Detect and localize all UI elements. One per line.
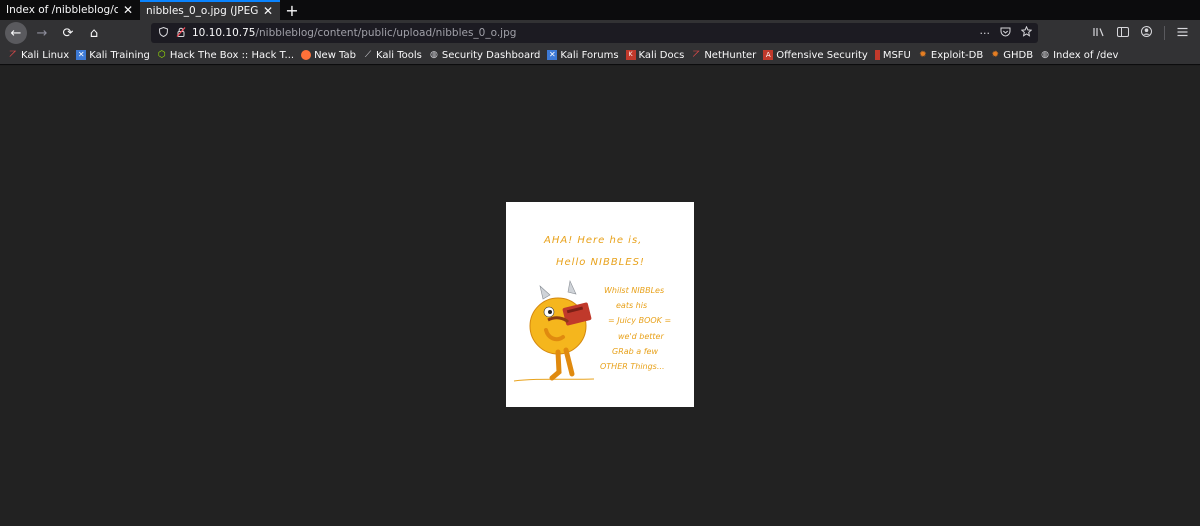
sidebar-icon[interactable]: [1117, 26, 1129, 40]
bookmark-kali-training[interactable]: ✕ Kali Training: [76, 50, 150, 61]
bookmark-label: GHDB: [1003, 49, 1034, 61]
kali-training-icon: ✕: [76, 50, 87, 60]
offensive-security-icon: A: [763, 50, 774, 60]
close-tab-icon[interactable]: ✕: [122, 3, 134, 17]
bookmark-offensive-security[interactable]: A Offensive Security: [763, 50, 868, 61]
library-icon[interactable]: [1093, 27, 1105, 40]
bookmark-exploit-db[interactable]: ✹ Exploit-DB: [918, 50, 983, 61]
url-path: /nibbleblog/content/public/upload/nibble…: [255, 27, 517, 39]
nibbles-character-illustration: [513, 280, 595, 382]
navigation-toolbar: ← → ⟳ ⌂ 10.10.10.75/nibbleblog/content/p…: [0, 20, 1200, 46]
globe-icon: ◍: [1041, 50, 1049, 60]
hamburger-menu-icon[interactable]: [1177, 27, 1188, 40]
bookmark-label: Offensive Security: [776, 49, 868, 61]
home-button[interactable]: ⌂: [83, 22, 105, 44]
bookmark-new-tab[interactable]: New Tab: [301, 50, 356, 61]
new-tab-button[interactable]: +: [280, 0, 304, 20]
kali-dragon-icon: ⦢: [9, 50, 17, 60]
bookmark-kali-linux[interactable]: ⦢ Kali Linux: [8, 49, 70, 61]
tab-nibbles-image[interactable]: nibbles_0_o.jpg (JPEG Imag ✕: [140, 0, 280, 20]
insecure-lock-icon[interactable]: [176, 26, 186, 40]
kali-forums-icon: ✕: [547, 50, 558, 60]
reload-button[interactable]: ⟳: [57, 22, 79, 44]
tab-label: nibbles_0_o.jpg (JPEG Imag: [146, 5, 258, 17]
globe-icon: ◍: [429, 50, 438, 60]
pocket-icon[interactable]: [1000, 27, 1011, 40]
bookmark-kali-forums[interactable]: ✕ Kali Forums: [547, 49, 619, 61]
kali-dragon-icon: ⦢: [692, 50, 700, 60]
bookmark-label: Index of /dev: [1053, 49, 1119, 61]
firefox-icon: [301, 50, 312, 60]
kali-tools-icon: ⟋: [364, 50, 372, 60]
bookmark-hack-the-box[interactable]: ⬡ Hack The Box :: Hack T...: [157, 50, 294, 61]
tab-label: Index of /nibbleblog/content: [6, 4, 118, 16]
bookmark-security-dashboard[interactable]: ◍ Security Dashboard: [429, 49, 541, 61]
bookmark-label: MSFU: [882, 49, 911, 61]
nibbles-image[interactable]: AHA! Here he is, Hello NIBBLES! Whilst N…: [506, 202, 694, 407]
bookmark-label: Kali Forums: [560, 49, 619, 61]
bookmark-label: Kali Linux: [21, 49, 70, 61]
url-bar[interactable]: 10.10.10.75/nibbleblog/content/public/up…: [151, 23, 1038, 43]
bookmarks-toolbar: ⦢ Kali Linux ✕ Kali Training ⬡ Hack The Box…: [0, 46, 1200, 65]
page-actions-button[interactable]: ···: [980, 27, 991, 40]
image-viewer-viewport: AHA! Here he is, Hello NIBBLES! Whilst N…: [0, 66, 1200, 526]
kali-docs-icon: K: [625, 50, 636, 60]
bookmark-label: Kali Tools: [375, 49, 422, 61]
bookmark-kali-docs[interactable]: K Kali Docs: [625, 49, 685, 61]
bookmark-label: NetHunter: [704, 49, 757, 61]
exploit-db-bug-icon: ✹: [919, 50, 927, 60]
msfu-icon: [874, 50, 880, 60]
bookmark-star-icon[interactable]: [1020, 25, 1033, 40]
bookmark-label: Exploit-DB: [930, 49, 984, 61]
ghdb-bug-icon: ✹: [991, 50, 999, 60]
tab-bar: Index of /nibbleblog/content ✕ nibbles_0…: [0, 0, 1200, 20]
bookmark-label: Kali Training: [89, 49, 150, 61]
url-text[interactable]: 10.10.10.75/nibbleblog/content/public/up…: [192, 27, 516, 39]
account-icon[interactable]: [1141, 26, 1152, 40]
url-host: 10.10.10.75: [192, 27, 256, 39]
menu-divider: [1164, 26, 1165, 40]
bookmark-label: Hack The Box :: Hack T...: [169, 49, 295, 61]
close-tab-icon[interactable]: ✕: [262, 4, 274, 18]
bookmark-label: Security Dashboard: [441, 49, 541, 61]
bookmark-kali-tools[interactable]: ⟋ Kali Tools: [363, 50, 422, 61]
bookmark-label: New Tab: [314, 49, 356, 61]
bookmark-msfu[interactable]: MSFU: [874, 49, 911, 61]
bookmark-nethunter[interactable]: ⦢ NetHunter: [691, 50, 756, 61]
bookmark-index-of-dev[interactable]: ◍ Index of /dev: [1040, 50, 1118, 61]
shield-icon[interactable]: [158, 26, 169, 40]
tab-index-content[interactable]: Index of /nibbleblog/content ✕: [0, 0, 140, 20]
bookmark-ghdb[interactable]: ✹ GHDB: [990, 50, 1033, 61]
bookmark-label: Kali Docs: [638, 49, 685, 61]
back-button[interactable]: ←: [5, 22, 27, 44]
forward-button[interactable]: →: [31, 22, 53, 44]
hack-the-box-cube-icon: ⬡: [157, 50, 166, 60]
